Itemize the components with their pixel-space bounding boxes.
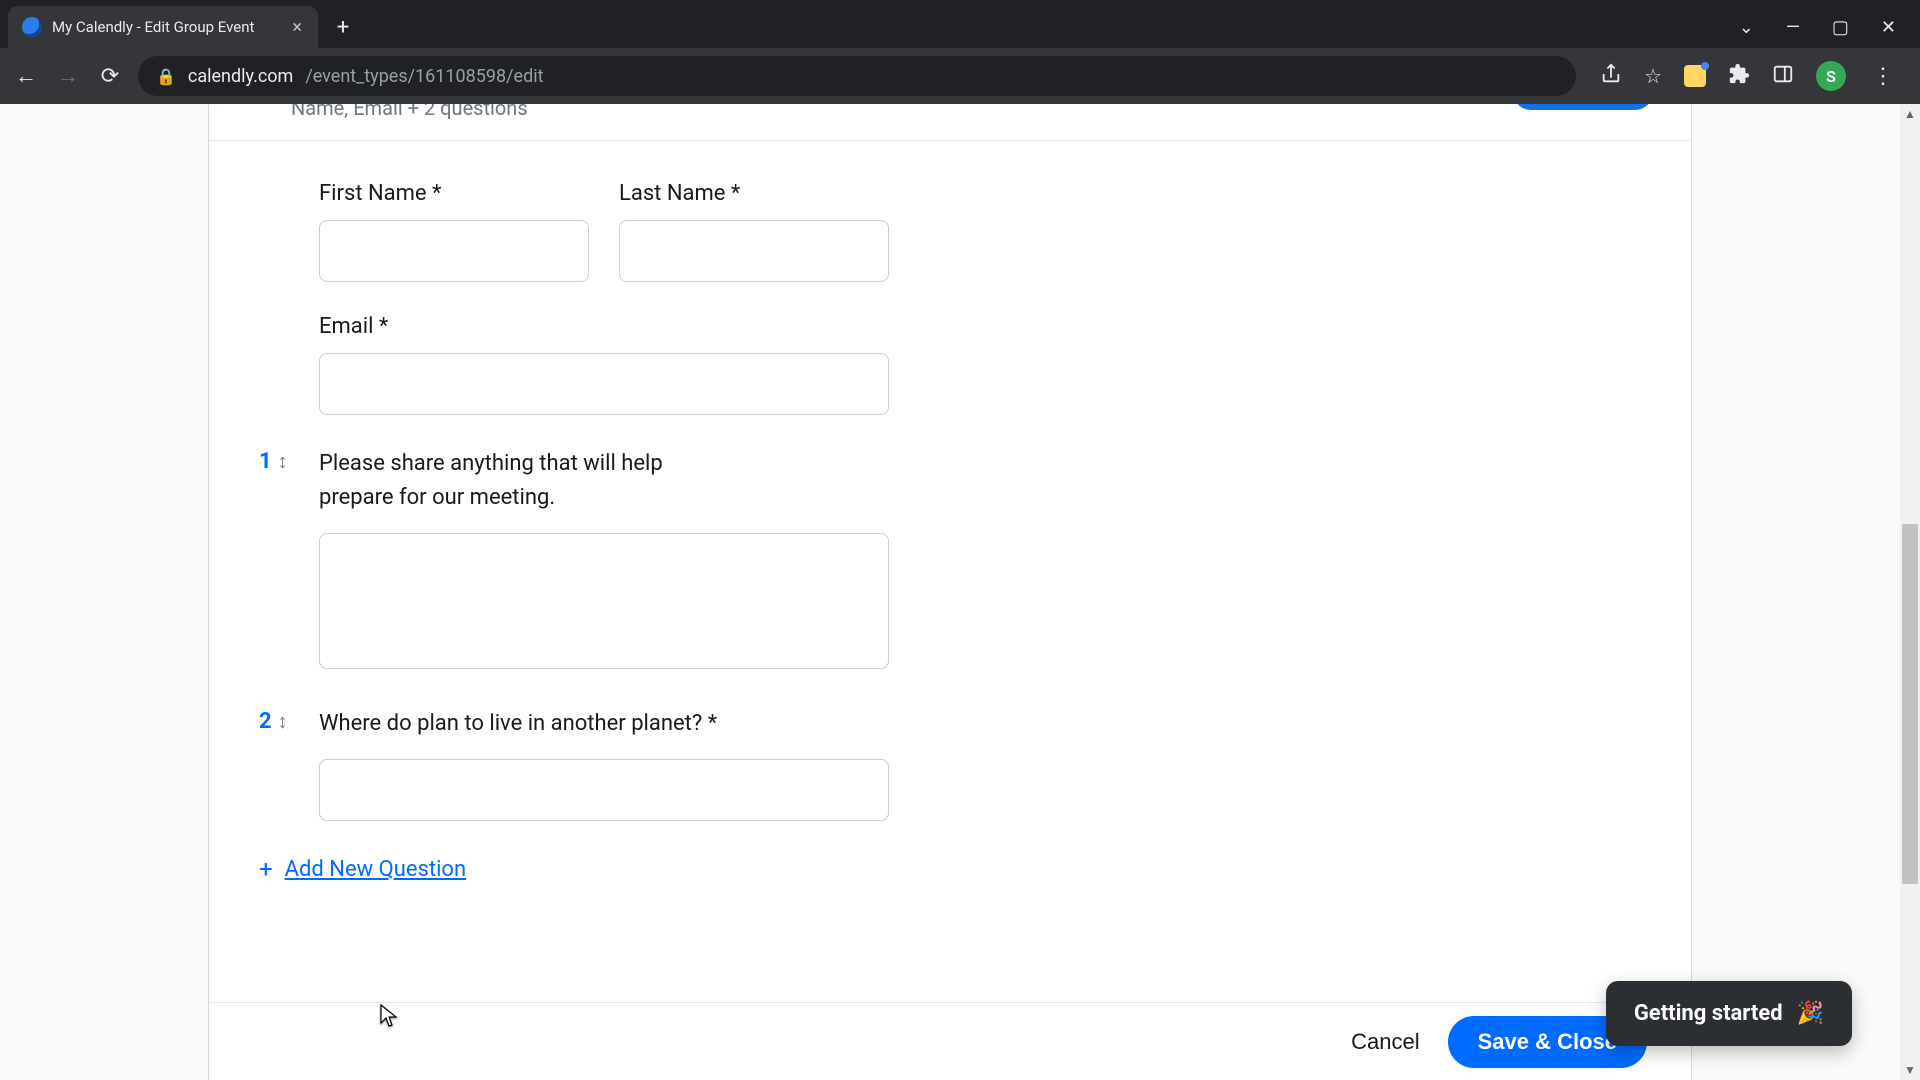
extensions-puzzle-icon[interactable] — [1728, 63, 1750, 90]
email-input[interactable] — [319, 353, 889, 415]
url-host: calendly.com — [188, 66, 293, 87]
tabs-dropdown-icon[interactable]: ⌄ — [1739, 17, 1754, 38]
browser-tabstrip: My Calendly - Edit Group Event × + ⌄ ― ▢… — [0, 0, 1920, 48]
window-maximize-icon[interactable]: ▢ — [1832, 17, 1849, 38]
url-path: /event_types/161108598/edit — [305, 66, 543, 87]
browser-tab[interactable]: My Calendly - Edit Group Event × — [8, 6, 318, 48]
first-name-label: First Name * — [319, 181, 589, 206]
nav-reload-icon[interactable]: ⟳ — [96, 64, 124, 89]
scrollbar-thumb[interactable] — [1902, 524, 1918, 884]
scrollbar-track[interactable]: ▲ ▼ — [1900, 104, 1920, 1080]
drag-handle-icon[interactable]: ↕ — [278, 449, 288, 474]
scroll-down-icon[interactable]: ▼ — [1900, 1060, 1920, 1080]
plus-icon: + — [259, 855, 273, 883]
first-name-field: First Name * — [319, 181, 589, 282]
nav-back-icon[interactable]: ← — [12, 63, 40, 89]
form-area: First Name * Last Name * Email * 1 ↕ — [209, 141, 1691, 923]
window-close-icon[interactable]: ✕ — [1881, 17, 1896, 38]
window-minimize-icon[interactable]: ― — [1786, 17, 1800, 38]
question-number: 2 — [259, 709, 272, 734]
form-footer: Cancel Save & Close — [209, 1002, 1691, 1080]
browser-toolbar: ← → ⟳ 🔒 calendly.com/event_types/1611085… — [0, 48, 1920, 104]
window-controls: ⌄ ― ▢ ✕ — [1739, 17, 1920, 48]
header-action-pill[interactable] — [1513, 104, 1653, 110]
question-1: 1 ↕ Please share anything that will help… — [259, 447, 1641, 673]
form-card: Name, Email + 2 questions First Name * L… — [208, 104, 1692, 1080]
question-number: 1 — [259, 449, 272, 474]
favicon-icon — [22, 17, 42, 37]
extension-badge-icon[interactable] — [1684, 65, 1706, 87]
last-name-label: Last Name * — [619, 181, 889, 206]
section-subtitle: Name, Email + 2 questions — [209, 104, 1691, 141]
question-1-input[interactable] — [319, 533, 889, 669]
add-new-question-label: Add New Question — [285, 857, 467, 882]
last-name-field: Last Name * — [619, 181, 889, 282]
drag-handle-icon[interactable]: ↕ — [278, 709, 288, 734]
bookmark-star-icon[interactable]: ☆ — [1644, 64, 1662, 88]
email-field: Email * — [319, 314, 889, 415]
page-viewport: Name, Email + 2 questions First Name * L… — [0, 104, 1920, 1080]
tab-close-icon[interactable]: × — [288, 17, 306, 38]
getting-started-toast[interactable]: Getting started 🎉 — [1606, 981, 1852, 1046]
toolbar-right: ☆ S ⋮ — [1590, 61, 1908, 91]
getting-started-label: Getting started — [1634, 1001, 1783, 1026]
question-2-input[interactable] — [319, 759, 889, 821]
lock-icon: 🔒 — [156, 67, 176, 86]
question-2: 2 ↕ Where do plan to live in another pla… — [259, 707, 1641, 821]
browser-menu-icon[interactable]: ⋮ — [1868, 64, 1898, 89]
profile-avatar[interactable]: S — [1816, 61, 1846, 91]
question-2-label: Where do plan to live in another planet?… — [319, 707, 739, 741]
scroll-up-icon[interactable]: ▲ — [1900, 104, 1920, 124]
add-new-question-button[interactable]: + Add New Question — [259, 855, 1641, 883]
share-icon[interactable] — [1600, 63, 1622, 90]
tab-title: My Calendly - Edit Group Event — [52, 18, 278, 36]
party-popper-icon: 🎉 — [1797, 1001, 1824, 1026]
email-label: Email * — [319, 314, 889, 339]
cancel-button[interactable]: Cancel — [1351, 1029, 1419, 1055]
new-tab-button[interactable]: + — [326, 6, 360, 48]
first-name-input[interactable] — [319, 220, 589, 282]
nav-forward-icon[interactable]: → — [54, 63, 82, 89]
side-panel-icon[interactable] — [1772, 63, 1794, 90]
last-name-input[interactable] — [619, 220, 889, 282]
question-1-label: Please share anything that will help pre… — [319, 447, 739, 515]
address-bar[interactable]: 🔒 calendly.com/event_types/161108598/edi… — [138, 56, 1576, 96]
